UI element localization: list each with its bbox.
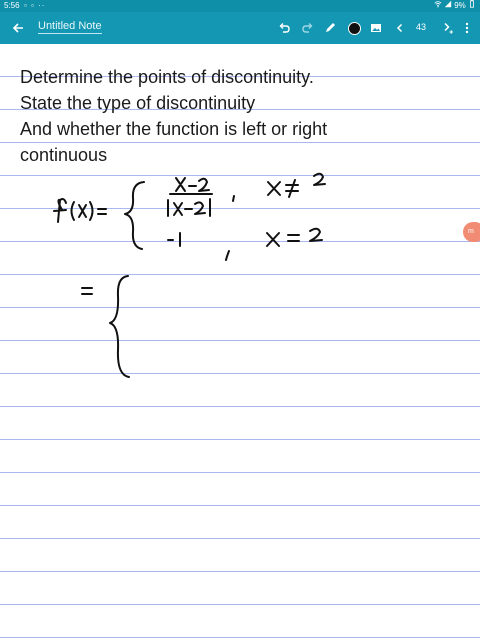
side-badge[interactable]: m [463, 222, 480, 242]
ink-stroke-comma [225, 250, 230, 261]
ink-stroke-equals [287, 234, 300, 242]
ink-stroke-two [313, 172, 326, 186]
ink-stroke-x [267, 181, 281, 196]
ink-stroke-x [78, 204, 87, 218]
ink-stroke-paren [89, 201, 94, 221]
ink-stroke-denominator [167, 198, 211, 217]
ink-stroke-brace [124, 181, 145, 250]
ink-stroke-f [53, 198, 67, 223]
ink-stroke-not-equal [285, 179, 299, 198]
side-badge-label: m [468, 228, 474, 235]
ink-stroke-comma [232, 195, 235, 202]
ink-stroke-brace [109, 275, 130, 378]
ink-stroke-x [266, 232, 280, 247]
ink-stroke-equals [97, 208, 107, 215]
ink-stroke-paren [70, 201, 75, 221]
ink-stroke-equals [81, 287, 93, 295]
handwritten-strokes [53, 172, 326, 378]
ink-stroke-numerator [175, 177, 210, 192]
ink-stroke-two [309, 227, 323, 242]
